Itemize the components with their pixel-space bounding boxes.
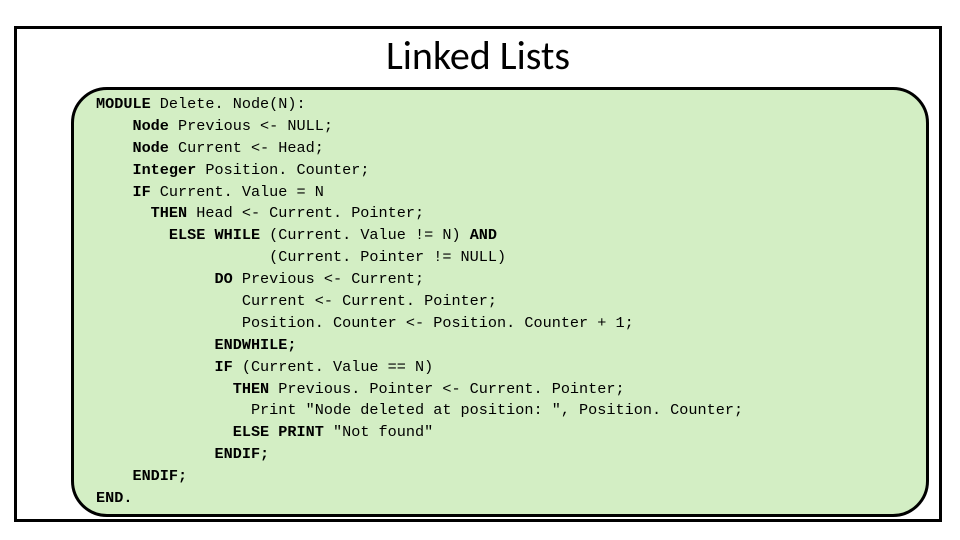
code-text: Previous. Pointer <- Current. Pointer; [269, 380, 624, 398]
kw-do: DO [96, 270, 233, 288]
slide-title: Linked Lists [17, 31, 939, 80]
code-text: Print "Node deleted at position: ", Posi… [96, 401, 743, 419]
kw-else-while: ELSE WHILE [96, 226, 260, 244]
code-text: (Current. Value == N) [233, 358, 434, 376]
code-text: Current. Value = N [151, 183, 324, 201]
kw-endwhile: ENDWHILE; [96, 336, 297, 354]
code-text: Previous <- Current; [233, 270, 424, 288]
kw-node: Node [96, 139, 169, 157]
slide-frame: Linked Lists MODULE Delete. Node(N): Nod… [14, 26, 942, 522]
code-text: Current <- Head; [169, 139, 324, 157]
kw-and: AND [470, 226, 497, 244]
code-text: (Current. Pointer != NULL) [96, 248, 506, 266]
kw-if: IF [96, 358, 233, 376]
code-text: Previous <- NULL; [169, 117, 333, 135]
kw-integer: Integer [96, 161, 196, 179]
kw-if: IF [96, 183, 151, 201]
kw-module: MODULE [96, 95, 151, 113]
code-text: Position. Counter; [196, 161, 369, 179]
kw-then: THEN [96, 204, 187, 222]
kw-node: Node [96, 117, 169, 135]
kw-else-print: ELSE PRINT [96, 423, 324, 441]
code-text: Head <- Current. Pointer; [187, 204, 424, 222]
code-panel: MODULE Delete. Node(N): Node Previous <-… [71, 87, 929, 517]
code-text: Current <- Current. Pointer; [96, 292, 497, 310]
kw-end: END. [96, 489, 132, 507]
kw-then: THEN [96, 380, 269, 398]
code-text: Delete. Node(N): [151, 95, 306, 113]
kw-endif: ENDIF; [96, 445, 269, 463]
code-text: (Current. Value != N) [260, 226, 470, 244]
code-text: Position. Counter <- Position. Counter +… [96, 314, 634, 332]
kw-endif: ENDIF; [96, 467, 187, 485]
code-text: "Not found" [324, 423, 433, 441]
pseudocode-block: MODULE Delete. Node(N): Node Previous <-… [96, 94, 910, 510]
